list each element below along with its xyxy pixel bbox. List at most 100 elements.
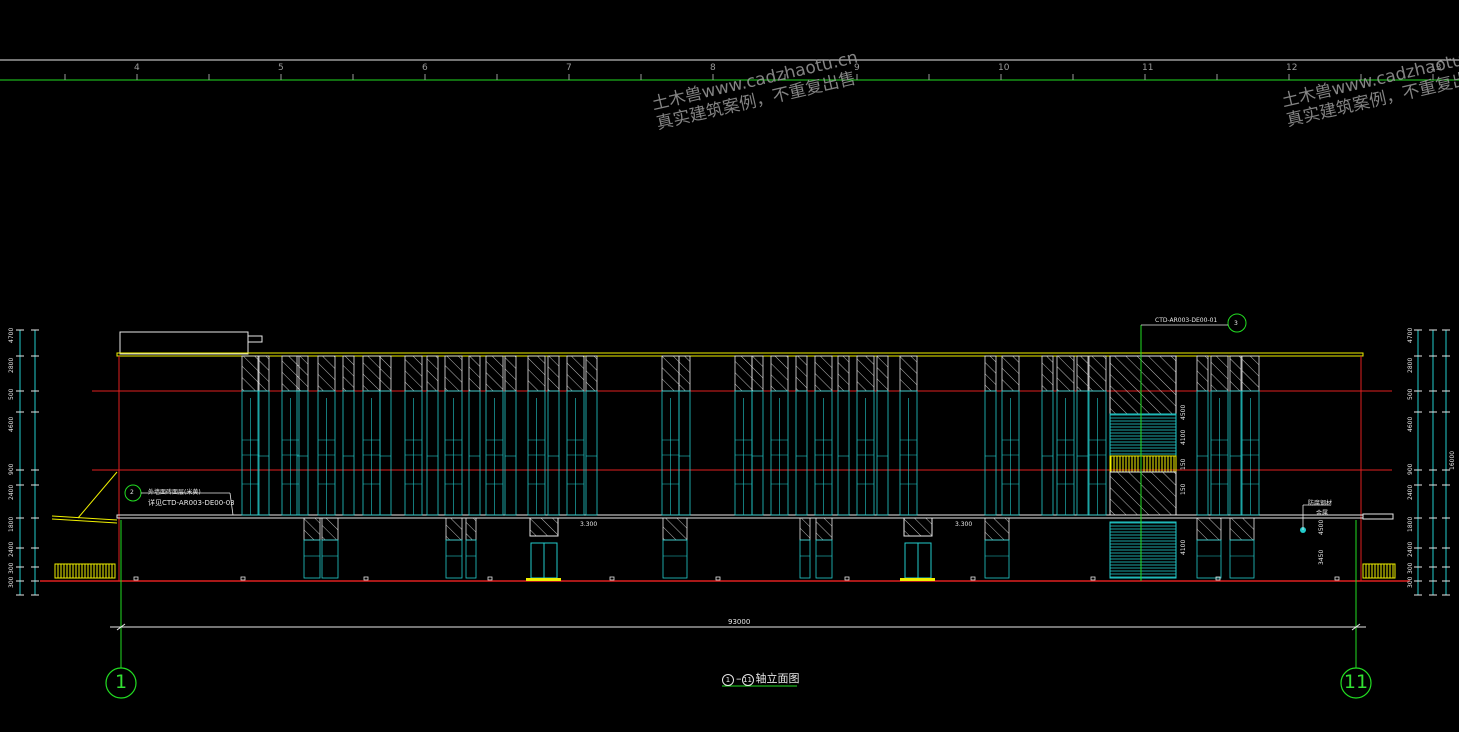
dimension-text: 900 bbox=[8, 463, 15, 475]
ground-marker bbox=[1215, 576, 1221, 581]
ground-marker bbox=[240, 576, 246, 581]
dimension-text: 300 bbox=[8, 562, 15, 574]
overall-dimension: 93000 bbox=[728, 618, 751, 626]
facade-column bbox=[1088, 355, 1107, 516]
facade-column bbox=[770, 355, 789, 516]
dimension-text: 2800 bbox=[8, 357, 15, 373]
note-right-line2: 金属 bbox=[1316, 510, 1329, 517]
ground-marker bbox=[715, 576, 721, 581]
ground-marker bbox=[487, 576, 493, 581]
facade-column bbox=[342, 355, 355, 516]
facade-column bbox=[379, 355, 392, 516]
ground-column bbox=[815, 517, 833, 579]
ruler-number: 13 bbox=[1430, 63, 1442, 73]
facade-column bbox=[856, 355, 875, 516]
ruler-number: 7 bbox=[566, 63, 572, 73]
title-axis-end: 11 bbox=[741, 674, 754, 686]
stair-dimension: 4100 bbox=[1180, 429, 1187, 445]
ruler-number: 6 bbox=[422, 63, 428, 73]
facade-column bbox=[317, 355, 336, 516]
stair-dimension: 150 bbox=[1180, 483, 1187, 495]
dimension-text: 300 bbox=[8, 576, 15, 588]
facade-column bbox=[876, 355, 889, 516]
title-text: 轴立面图 bbox=[755, 672, 800, 685]
ruler-number: 11 bbox=[1142, 63, 1154, 73]
drawing-title: 1–11 轴立面图 bbox=[722, 670, 800, 686]
facade-column bbox=[795, 355, 808, 516]
ground-column bbox=[1229, 517, 1255, 579]
facade-column bbox=[444, 355, 463, 516]
facade-column bbox=[837, 355, 850, 516]
facade-column bbox=[814, 355, 833, 516]
facade-column bbox=[1001, 355, 1020, 516]
ruler-number: 12 bbox=[1286, 63, 1298, 73]
level-mark-2: 3.300 bbox=[955, 521, 973, 528]
note-left-line2: 详见CTD-AR003-DE00-03 bbox=[148, 499, 235, 507]
entrance-door-left bbox=[526, 517, 561, 581]
ground-column bbox=[799, 517, 811, 579]
ground-column bbox=[1196, 517, 1222, 579]
ground-marker bbox=[363, 576, 369, 581]
ground-marker bbox=[1090, 576, 1096, 581]
note-left-num: 2 bbox=[130, 489, 134, 496]
facade-column bbox=[1229, 355, 1242, 516]
facade-column bbox=[1210, 355, 1229, 516]
level-mark-1: 3.300 bbox=[580, 521, 598, 528]
entrance-door-right bbox=[900, 517, 935, 581]
facade-column bbox=[661, 355, 680, 516]
dimension-text: 2400 bbox=[8, 541, 15, 557]
dimension-text: 500 bbox=[1407, 388, 1414, 400]
dimension-text: 2400 bbox=[8, 484, 15, 500]
ruler-number: 10 bbox=[998, 63, 1010, 73]
ruler-number: 8 bbox=[710, 63, 716, 73]
facade-column bbox=[734, 355, 753, 516]
dimension-text: 1800 bbox=[8, 516, 15, 532]
facade-column bbox=[984, 355, 997, 516]
dimension-text: 4700 bbox=[1407, 327, 1414, 343]
facade-column bbox=[1041, 355, 1054, 516]
side-dimension: 3450 bbox=[1318, 549, 1325, 565]
note-right-line1: 防腐钢材 bbox=[1308, 500, 1333, 507]
axis-label-left: 1 bbox=[114, 671, 128, 693]
stair-dimension: 4500 bbox=[1180, 404, 1187, 420]
stair-dimension: 150 bbox=[1180, 458, 1187, 470]
ground-marker bbox=[844, 576, 850, 581]
ground-column bbox=[321, 517, 339, 579]
dimension-text: 2800 bbox=[1407, 357, 1414, 373]
building-elevation bbox=[40, 325, 1410, 582]
facade-column bbox=[426, 355, 439, 516]
dimension-total: 16000 bbox=[1449, 450, 1456, 470]
dimension-text: 2400 bbox=[1407, 484, 1414, 500]
facade-column bbox=[257, 355, 270, 516]
facade-column bbox=[751, 355, 764, 516]
dimension-text: 2400 bbox=[1407, 541, 1414, 557]
facade-column bbox=[547, 355, 560, 516]
dimension-text: 900 bbox=[1407, 463, 1414, 475]
dimension-text: 4600 bbox=[1407, 416, 1414, 432]
facade-column bbox=[362, 355, 381, 516]
ground-marker bbox=[1334, 576, 1340, 581]
facade-column bbox=[1196, 355, 1209, 516]
title-axis-start: 1 bbox=[722, 674, 734, 686]
dimension-text: 4600 bbox=[8, 416, 15, 432]
ruler-number: 4 bbox=[134, 63, 140, 73]
dimension-text: 300 bbox=[1407, 576, 1414, 588]
facade-column bbox=[899, 355, 918, 516]
dimension-text: 300 bbox=[1407, 562, 1414, 574]
facade-column bbox=[281, 355, 300, 516]
facade-column bbox=[527, 355, 546, 516]
ground-marker bbox=[133, 576, 139, 581]
dimension-text: 4700 bbox=[8, 327, 15, 343]
ground-marker bbox=[609, 576, 615, 581]
ruler-number: 9 bbox=[854, 63, 860, 73]
facade-column bbox=[485, 355, 504, 516]
side-dimension: 4500 bbox=[1318, 519, 1325, 535]
facade-column bbox=[585, 355, 598, 516]
facade-column bbox=[241, 355, 260, 516]
ground-column bbox=[662, 517, 688, 579]
facade-column bbox=[1056, 355, 1075, 516]
ruler-number: 5 bbox=[278, 63, 284, 73]
facade-column bbox=[678, 355, 691, 516]
facade-column bbox=[1076, 355, 1089, 516]
note-roof-ref: CTD-AR003-DE00-01 bbox=[1155, 317, 1218, 324]
